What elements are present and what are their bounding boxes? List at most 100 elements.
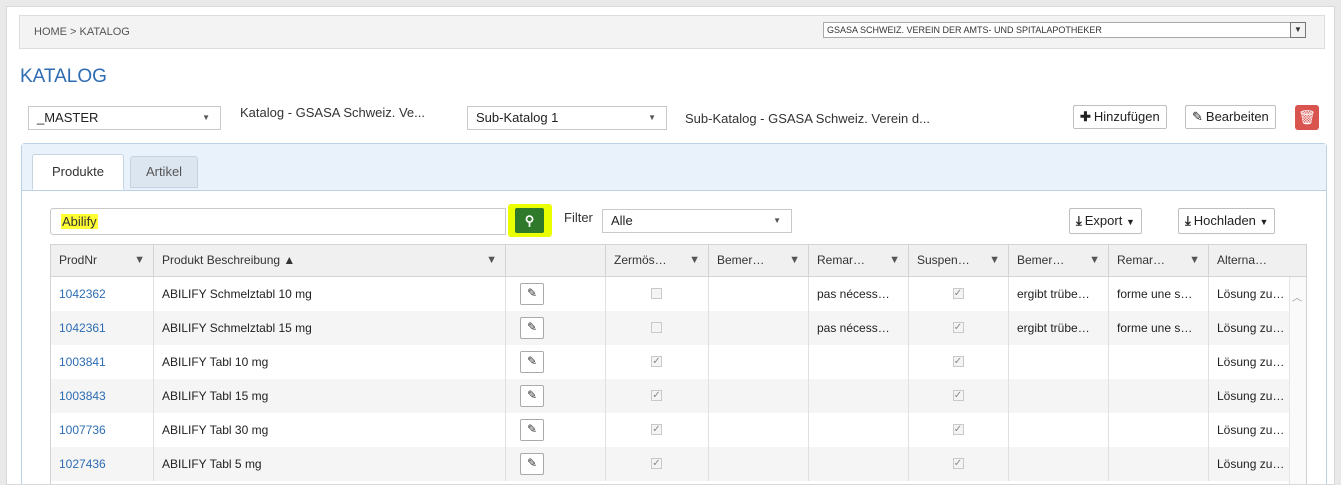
column-header-label: Zermös… — [614, 253, 667, 267]
table-row[interactable]: 1042362 ABILIFY Schmelztabl 10 mg ✎ pas néc… — [51, 277, 1306, 311]
filter-icon[interactable]: ▼ — [1089, 245, 1100, 276]
master-catalog-description: Katalog - GSASA Schweiz. Ve... — [240, 105, 425, 120]
delete-button[interactable]: 🗑 — [1295, 105, 1319, 130]
column-header-label: Bemer… — [717, 253, 765, 267]
cell-description: ABILIFY Tabl 10 mg — [154, 345, 506, 379]
checkbox[interactable]: ✓ — [952, 458, 964, 469]
checkbox[interactable]: ✓ — [651, 356, 662, 367]
master-catalog-value: _MASTER — [37, 110, 99, 125]
cell-bemer-1 — [709, 277, 809, 311]
cell-remar-1: pas nécess… — [809, 311, 909, 345]
cell-remar-1 — [809, 447, 909, 481]
column-header-bemer-1[interactable]: Bemer… ▼ — [709, 245, 809, 276]
cell-prodnr[interactable]: 1007736 — [51, 413, 154, 447]
table-row[interactable]: 1007736 ABILIFY Tabl 30 mg ✎ ✓ ✓ Lösung zu… — [51, 413, 1306, 447]
checkbox[interactable]: ✓ — [952, 424, 964, 435]
cell-zermoes: ✓ — [606, 379, 709, 413]
tab-artikel[interactable]: Artikel — [130, 156, 198, 188]
checkbox[interactable]: ✓ — [651, 424, 662, 435]
cell-description: ABILIFY Schmelztabl 10 mg — [154, 277, 506, 311]
filter-icon[interactable]: ▼ — [486, 245, 497, 276]
table-row[interactable]: 1027436 ABILIFY Tabl 5 mg ✎ ✓ ✓ Lösung zu… — [51, 447, 1306, 481]
checkbox[interactable] — [651, 288, 662, 299]
column-header-description[interactable]: Produkt Beschreibung ▲ ▼ — [154, 245, 506, 276]
filter-icon[interactable]: ▼ — [1189, 245, 1200, 276]
column-header-remar-2[interactable]: Remar… ▼ — [1109, 245, 1209, 276]
cell-suspen: ✓ — [909, 447, 1009, 481]
edit-button[interactable]: ✎ Bearbeiten — [1185, 105, 1276, 129]
cell-prodnr[interactable]: 1003843 — [51, 379, 154, 413]
vertical-scrollbar[interactable]: ︿ — [1289, 277, 1306, 484]
cell-description: ABILIFY Tabl 5 mg — [154, 447, 506, 481]
checkbox[interactable]: ✓ — [952, 356, 964, 367]
filter-label: Filter — [564, 210, 593, 225]
filter-select[interactable]: Alle ▼ — [602, 209, 792, 233]
trash-icon: 🗑 — [1298, 109, 1316, 125]
tab-produkte[interactable]: Produkte — [32, 154, 124, 190]
cell-prodnr[interactable]: 1042362 — [51, 277, 154, 311]
table-row[interactable]: 1003841 ABILIFY Tabl 10 mg ✎ ✓ ✓ Lösung zu… — [51, 345, 1306, 379]
checkbox[interactable]: ✓ — [651, 390, 662, 401]
sub-catalog-description: Sub-Katalog - GSASA Schweiz. Verein d... — [685, 111, 930, 126]
filter-icon[interactable]: ▼ — [134, 245, 145, 276]
search-input[interactable]: Abilify — [50, 208, 506, 235]
edit-row-button[interactable]: ✎ — [520, 283, 544, 305]
checkbox[interactable]: ✓ — [952, 390, 964, 401]
cell-actions: ✎ — [506, 379, 606, 413]
upload-button-label: Hochladen — [1193, 213, 1256, 228]
search-button[interactable]: ⚲ — [508, 204, 552, 237]
cell-remar-2: forme une s… — [1109, 277, 1209, 311]
cell-bemer-1 — [709, 447, 809, 481]
column-header-suspen[interactable]: Suspen… ▼ — [909, 245, 1009, 276]
edit-row-button[interactable]: ✎ — [520, 453, 544, 475]
cell-actions: ✎ — [506, 311, 606, 345]
filter-icon[interactable]: ▼ — [689, 245, 700, 276]
edit-row-button[interactable]: ✎ — [520, 317, 544, 339]
column-header-remar-1[interactable]: Remar… ▼ — [809, 245, 909, 276]
sub-catalog-value: Sub-Katalog 1 — [476, 110, 559, 125]
master-catalog-select[interactable]: _MASTER ▼ — [28, 106, 221, 130]
cell-remar-1 — [809, 379, 909, 413]
cell-bemer-1 — [709, 413, 809, 447]
column-header-label: Remar… — [1117, 253, 1166, 267]
edit-row-button[interactable]: ✎ — [520, 419, 544, 441]
filter-icon[interactable]: ▼ — [889, 245, 900, 276]
column-header-zermoes[interactable]: Zermös… ▼ — [606, 245, 709, 276]
column-header-label: Suspen… — [917, 253, 970, 267]
edit-row-button[interactable]: ✎ — [520, 385, 544, 407]
checkbox[interactable]: ✓ — [952, 322, 964, 333]
edit-row-button[interactable]: ✎ — [520, 351, 544, 373]
top-bar: HOME > KATALOG GSASA SCHWEIZ. VEREIN DER… — [19, 15, 1325, 49]
column-header-label: Alterna… — [1217, 253, 1268, 267]
cell-prodnr[interactable]: 1003841 — [51, 345, 154, 379]
cell-description: ABILIFY Tabl 30 mg — [154, 413, 506, 447]
table-row[interactable]: 1042361 ABILIFY Schmelztabl 15 mg ✎ pas néc… — [51, 311, 1306, 345]
app-frame: HOME > KATALOG GSASA SCHWEIZ. VEREIN DER… — [6, 6, 1335, 485]
export-button[interactable]: ⤓ Export ▼ — [1069, 208, 1142, 234]
column-header-prodnr[interactable]: ProdNr ▼ — [51, 245, 154, 276]
product-grid: ProdNr ▼ Produkt Beschreibung ▲ ▼ Zermös… ▼… — [50, 244, 1307, 484]
checkbox[interactable]: ✓ — [952, 288, 964, 299]
column-header-label: Produkt Beschreibung ▲ — [162, 253, 296, 267]
table-row[interactable]: 1003843 ABILIFY Tabl 15 mg ✎ ✓ ✓ Lösung zu… — [51, 379, 1306, 413]
filter-icon[interactable]: ▼ — [989, 245, 1000, 276]
edit-button-label: Bearbeiten — [1205, 109, 1269, 124]
column-header-bemer-2[interactable]: Bemer… ▼ — [1009, 245, 1109, 276]
sub-catalog-select[interactable]: Sub-Katalog 1 ▼ — [467, 106, 667, 130]
checkbox[interactable] — [651, 322, 662, 333]
search-icon: ⚲ — [515, 208, 544, 233]
cell-bemer-2 — [1009, 413, 1109, 447]
cell-prodnr[interactable]: 1027436 — [51, 447, 154, 481]
column-header-alterna[interactable]: Alterna… — [1209, 245, 1306, 276]
download-icon: ⤓ — [1076, 213, 1082, 228]
upload-button[interactable]: ⤓ Hochladen ▼ — [1178, 208, 1276, 234]
search-input-value: Abilify — [61, 214, 98, 229]
add-button[interactable]: ✚ Hinzufügen — [1073, 105, 1167, 129]
cell-zermoes: ✓ — [606, 345, 709, 379]
breadcrumb[interactable]: HOME > KATALOG — [34, 26, 130, 38]
chevron-up-icon[interactable]: ︿ — [1292, 289, 1302, 304]
cell-prodnr[interactable]: 1042361 — [51, 311, 154, 345]
checkbox[interactable]: ✓ — [651, 458, 662, 469]
filter-icon[interactable]: ▼ — [789, 245, 800, 276]
organization-select[interactable]: GSASA SCHWEIZ. VEREIN DER AMTS- UND SPIT… — [823, 22, 1306, 38]
